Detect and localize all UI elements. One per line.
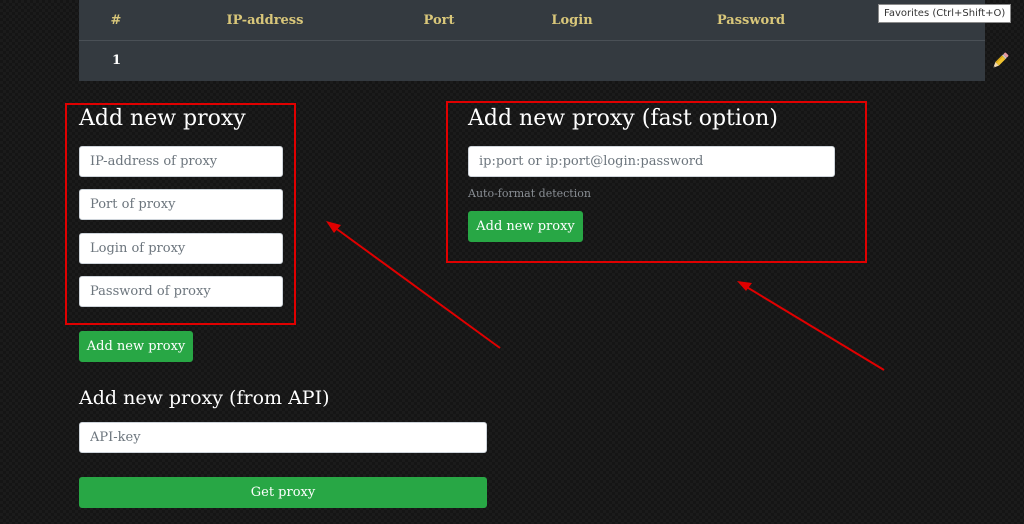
api-form-title: Add new proxy (from API) bbox=[79, 387, 330, 409]
add-proxy-button[interactable]: Add new proxy bbox=[79, 331, 193, 362]
pencil-icon[interactable] bbox=[989, 50, 1011, 72]
manual-form-highlight bbox=[65, 103, 296, 325]
fast-form-highlight bbox=[446, 101, 867, 263]
column-header-password: Password bbox=[716, 13, 786, 28]
row-index: 1 bbox=[112, 53, 122, 68]
api-key-input[interactable] bbox=[79, 422, 487, 453]
proxy-table: # IP-address Port Login Password 1 bbox=[79, 0, 1009, 81]
get-proxy-button[interactable]: Get proxy bbox=[79, 477, 487, 508]
table-row: 1 bbox=[79, 41, 1009, 81]
table-header-row: # IP-address Port Login Password bbox=[79, 0, 985, 41]
column-header-number: # bbox=[110, 13, 122, 28]
column-header-login: Login bbox=[551, 13, 593, 28]
favorites-tooltip: Favorites (Ctrl+Shift+O) bbox=[878, 4, 1012, 23]
column-header-ip: IP-address bbox=[226, 13, 304, 28]
column-header-port: Port bbox=[423, 13, 455, 28]
